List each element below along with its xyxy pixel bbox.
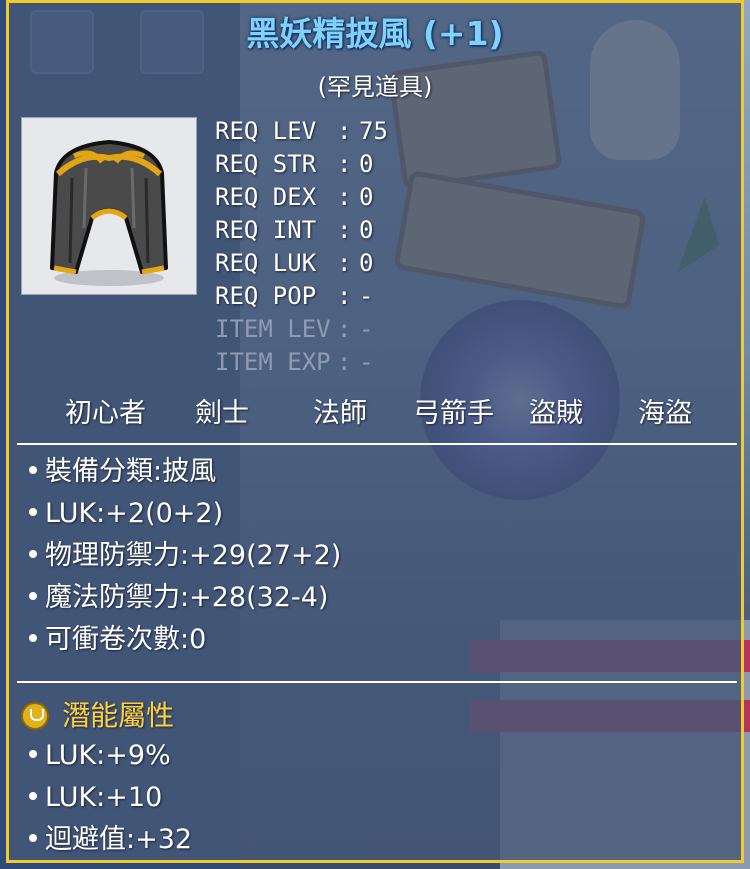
requirement-separator: : [337,348,352,376]
requirement-label: REQ LUK [215,249,317,277]
job-pirate: 海盜 [638,398,692,429]
potential-line: LUK:+9% [23,735,192,777]
job-list: 初心者 劍士 法師 弓箭手 盜賊 海盜 [9,391,747,431]
potential-line: LUK:+10 [23,777,192,819]
bullet-icon [29,592,37,600]
requirement-separator: : [337,282,352,310]
requirement-separator: : [337,150,352,178]
item-rarity: (罕見道具) [317,73,433,101]
job-bowman: 弓箭手 [413,398,494,429]
bullet-icon [29,750,37,758]
potential-list: LUK:+9% LUK:+10 迴避值:+32 [23,735,192,861]
requirement-row: REQ STR:0 [215,148,388,181]
stat-text: LUK:+2(0+2) [45,498,224,529]
stat-text: 可衝卷次數:0 [45,624,207,655]
bullet-icon [29,834,37,842]
cape-icon [50,140,168,286]
requirement-separator: : [337,117,352,145]
potential-line: 迴避值:+32 [23,819,192,861]
stat-line: 可衝卷次數:0 [23,619,341,661]
stat-line: 裝備分類:披風 [23,451,341,493]
requirement-row: REQ INT:0 [215,214,388,247]
requirement-value: 0 [359,216,374,244]
requirement-label: REQ STR [215,150,317,178]
stat-line: 魔法防禦力:+28(32-4) [23,577,341,619]
requirement-separator: : [337,315,352,343]
stat-line: 物理防禦力:+29(27+2) [23,535,341,577]
potential-label: 潛能屬性 [62,698,175,732]
potential-text: 迴避值:+32 [45,824,193,855]
job-magician: 法師 [313,398,367,429]
stat-text: 物理防禦力:+29(27+2) [45,540,342,571]
bullet-icon [29,508,37,516]
bullet-icon [29,466,37,474]
bullet-icon [29,550,37,558]
job-beginner: 初心者 [65,398,146,429]
requirement-row: REQ LEV:75 [215,115,388,148]
requirement-label: ITEM EXP [215,348,331,376]
requirement-label: ITEM LEV [215,315,331,343]
potential-header: 潛能屬性 [21,695,174,735]
bullet-icon [29,792,37,800]
requirement-row: ITEM LEV: - [215,313,388,346]
requirement-value: 0 [359,150,374,178]
requirement-value: 0 [359,249,374,277]
requirement-row: REQ POP: - [215,280,388,313]
stat-text: 魔法防禦力:+28(32-4) [45,582,329,613]
requirement-row: ITEM EXP: - [215,346,388,379]
requirement-value: - [359,282,374,310]
stat-text: 裝備分類:披風 [45,456,217,487]
potential-text: LUK:+10 [45,782,163,813]
divider [17,443,737,445]
potential-text: LUK:+9% [45,740,171,771]
item-name: 黑妖精披風 (+1) [246,14,504,53]
job-thief: 盜賊 [529,398,583,429]
stat-line: LUK:+2(0+2) [23,493,341,535]
job-warrior: 劍士 [195,398,249,429]
requirement-value: - [359,348,374,376]
requirements-list: REQ LEV:75 REQ STR:0 REQ DEX:0 REQ INT:0 REQ… [215,115,388,379]
item-icon-frame [21,117,197,295]
stats-list: 裝備分類:披風 LUK:+2(0+2) 物理防禦力:+29(27+2) 魔法防禦… [23,451,341,661]
requirement-value: - [359,315,374,343]
requirement-value: 75 [359,117,388,145]
requirement-separator: : [337,183,352,211]
potential-u-icon [21,701,49,730]
requirement-value: 0 [359,183,374,211]
requirement-label: REQ INT [215,216,317,244]
requirement-separator: : [337,216,352,244]
requirement-row: REQ DEX:0 [215,181,388,214]
requirement-label: REQ LEV [215,117,317,145]
divider [17,681,737,683]
requirement-label: REQ DEX [215,183,317,211]
requirement-label: REQ POP [215,282,317,310]
item-tooltip: 黑妖精披風 (+1) (罕見道具) REQ LEV:75 REQ STR:0 REQ… [6,0,744,863]
bullet-icon [29,634,37,642]
requirement-row: REQ LUK:0 [215,247,388,280]
requirement-separator: : [337,249,352,277]
